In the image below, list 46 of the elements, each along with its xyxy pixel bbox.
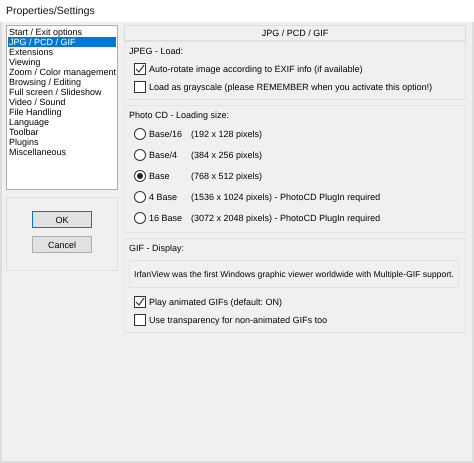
list-item[interactable]: Video / Sound xyxy=(8,97,116,107)
check-icon xyxy=(135,64,145,74)
check-icon xyxy=(135,296,145,306)
checkbox[interactable] xyxy=(134,62,146,74)
group-title: GIF - Display: xyxy=(129,243,186,253)
radio-label[interactable]: 16 Base xyxy=(149,213,188,223)
info-text: IrfanView was the first Windows graphic viewer worldwide with Multiple-GIF support. xyxy=(129,260,459,288)
checkbox-label[interactable]: Auto-rotate image according to EXIF info (if available) xyxy=(149,64,363,74)
list-item[interactable]: Plugins xyxy=(8,137,116,147)
list-item[interactable]: Zoom / Color management xyxy=(8,67,116,77)
dialog-button[interactable]: Cancel xyxy=(32,236,92,253)
group-title: Photo CD - Loading size: xyxy=(129,110,230,120)
window-title: Properties/Settings xyxy=(6,5,95,17)
list-item[interactable]: Start / Exit options xyxy=(8,27,116,37)
checkbox[interactable] xyxy=(134,314,146,326)
radio-button[interactable] xyxy=(134,212,146,224)
list-item[interactable]: Toolbar xyxy=(8,127,116,137)
list-item[interactable]: File Handling xyxy=(8,107,116,117)
size-description: (192 x 128 pixels) xyxy=(191,129,262,139)
size-description: (384 x 256 pixels) xyxy=(191,150,262,160)
checkbox-label[interactable]: Play animated GIFs (default: ON) xyxy=(149,296,282,306)
radio-label[interactable]: 4 Base xyxy=(149,192,188,202)
size-description: (768 x 512 pixels) xyxy=(191,171,262,181)
list-item[interactable]: JPG / PCD / GIF xyxy=(8,37,116,47)
radio-button[interactable] xyxy=(134,128,146,140)
group-title: JPEG - Load: xyxy=(129,46,184,56)
list-item[interactable]: Full screen / Slideshow xyxy=(8,87,116,97)
checkbox-label[interactable]: Use transparency for non-animated GIFs too xyxy=(149,314,328,324)
list-item[interactable]: Viewing xyxy=(8,57,116,67)
size-description: (3072 x 2048 pixels) - PhotoCD PlugIn required xyxy=(191,213,380,223)
list-item[interactable]: Browsing / Editing xyxy=(8,77,116,87)
dialog-button[interactable]: OK xyxy=(32,211,92,228)
radio-label[interactable]: Base/16 xyxy=(149,129,188,139)
page-header: JPG / PCD / GIF xyxy=(124,25,466,41)
list-item[interactable]: Miscellaneous xyxy=(8,147,116,157)
radio-button[interactable] xyxy=(134,170,146,182)
list-item[interactable]: Language xyxy=(8,117,116,127)
list-item[interactable]: Extensions xyxy=(8,47,116,57)
radio-label[interactable]: Base xyxy=(149,171,188,181)
radio-label[interactable]: Base/4 xyxy=(149,150,188,160)
radio-button[interactable] xyxy=(134,149,146,161)
checkbox[interactable] xyxy=(134,296,146,308)
checkbox-label[interactable]: Load as grayscale (please REMEMBER when you activate this option!) xyxy=(149,82,432,92)
checkbox[interactable] xyxy=(134,80,146,92)
size-description: (1536 x 1024 pixels) - PhotoCD PlugIn required xyxy=(191,192,380,202)
radio-button[interactable] xyxy=(134,191,146,203)
